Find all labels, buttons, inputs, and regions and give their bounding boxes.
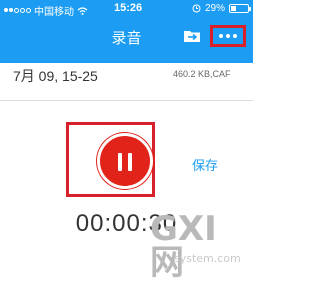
wifi-icon bbox=[77, 6, 88, 15]
watermark-url: system.com bbox=[174, 252, 241, 265]
carrier-label: 中国移动 bbox=[34, 7, 74, 18]
signal-strength-icon bbox=[4, 8, 31, 13]
folder-transfer-button[interactable] bbox=[183, 29, 201, 43]
folder-transfer-icon bbox=[184, 31, 200, 42]
pause-record-button[interactable] bbox=[97, 133, 153, 189]
recording-meta: 460.2 KB,CAF bbox=[173, 69, 231, 79]
more-dots-icon bbox=[219, 34, 223, 38]
app-header: 中国移动 15:26 29% 录音 bbox=[0, 0, 253, 63]
battery-icon bbox=[229, 4, 251, 13]
status-bar: 中国移动 15:26 29% bbox=[0, 0, 253, 18]
alarm-clock-icon bbox=[192, 4, 201, 13]
status-time: 15:26 bbox=[114, 2, 143, 14]
watermark-logo: GXI网 system.com bbox=[150, 210, 250, 280]
more-options-button[interactable] bbox=[210, 25, 246, 47]
save-button[interactable]: 保存 bbox=[192, 155, 218, 174]
watermark-brand: GXI网 bbox=[150, 209, 217, 283]
recording-title: 7月 09, 15-25 bbox=[13, 68, 98, 84]
pause-icon bbox=[118, 153, 122, 171]
battery-percent: 29% bbox=[204, 3, 225, 14]
recording-list-item[interactable]: 7月 09, 15-25 460.2 KB,CAF bbox=[0, 63, 253, 101]
